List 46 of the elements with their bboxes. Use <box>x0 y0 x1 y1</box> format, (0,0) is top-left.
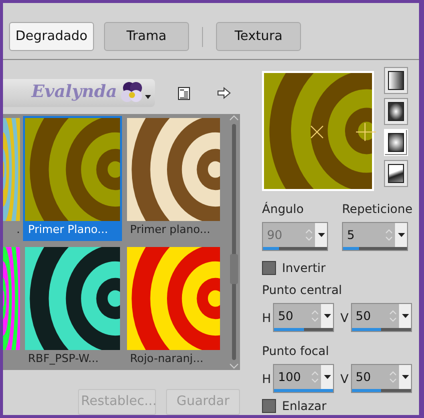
spin-field[interactable]: 100 <box>273 364 334 393</box>
gradient-thumbnail[interactable]: Primer plano... <box>125 116 222 241</box>
spin-field[interactable]: 50 <box>350 364 412 393</box>
scrollbar-thumb[interactable] <box>230 254 238 284</box>
preset-dropdown[interactable]: Evalynda <box>3 79 155 107</box>
tab[interactable]: Degradado <box>9 22 94 51</box>
thumbnail-label: . <box>16 223 20 236</box>
axis-label: V <box>340 370 349 388</box>
thumbnail-label: Primer plano... <box>130 223 210 236</box>
tab[interactable]: Trama <box>104 22 189 51</box>
gradient-thumbnail[interactable]: . <box>3 116 20 241</box>
checkbox[interactable] <box>262 399 276 413</box>
axis-label: H <box>262 370 271 388</box>
scrollbar-track[interactable] <box>232 124 236 360</box>
axis-label: V <box>340 310 349 326</box>
thumbnail-label: Primer Plano... <box>28 223 108 236</box>
caret-icon[interactable] <box>324 375 331 379</box>
focal-marker-icon[interactable] <box>356 123 376 141</box>
checkbox[interactable] <box>262 261 276 275</box>
caret-icon[interactable] <box>402 314 408 318</box>
thumbnail-label: RBF_PSP-W... <box>28 352 99 365</box>
arrow-right-icon[interactable] <box>217 87 231 99</box>
flower-icon <box>119 81 143 105</box>
caret-icon <box>145 95 151 99</box>
gradient-style-button[interactable] <box>384 160 408 187</box>
gradient-thumbnail[interactable]: RBF_PSP-W... <box>23 245 122 370</box>
tab[interactable]: Textura <box>216 22 301 51</box>
section-label: Punto central <box>262 282 344 299</box>
section-label: Punto focal <box>262 343 330 360</box>
spin-field[interactable]: 50 <box>273 303 334 332</box>
gradient-style-button[interactable] <box>384 67 408 94</box>
caret-icon[interactable] <box>402 375 408 379</box>
gradient-thumbnail[interactable]: Primer Plano... <box>23 116 122 241</box>
gradient-thumbnail[interactable]: Rojo-naranj... <box>125 245 222 370</box>
axis-label: H <box>262 310 271 326</box>
spin-field[interactable]: 50 <box>350 303 412 332</box>
spin-field[interactable]: 5 <box>342 222 408 251</box>
checkbox-label: Enlazar <box>282 398 326 415</box>
field-label: Ángulo <box>262 200 305 218</box>
list-icon[interactable] <box>178 86 190 100</box>
center-marker-icon[interactable] <box>310 125 324 139</box>
caret-icon[interactable] <box>324 314 331 318</box>
gradient-style-button[interactable] <box>384 98 408 125</box>
thumbnail-label: Rojo-naranj... <box>130 352 204 365</box>
checkbox-label: Invertir <box>282 260 326 277</box>
caret-icon[interactable] <box>398 233 404 237</box>
